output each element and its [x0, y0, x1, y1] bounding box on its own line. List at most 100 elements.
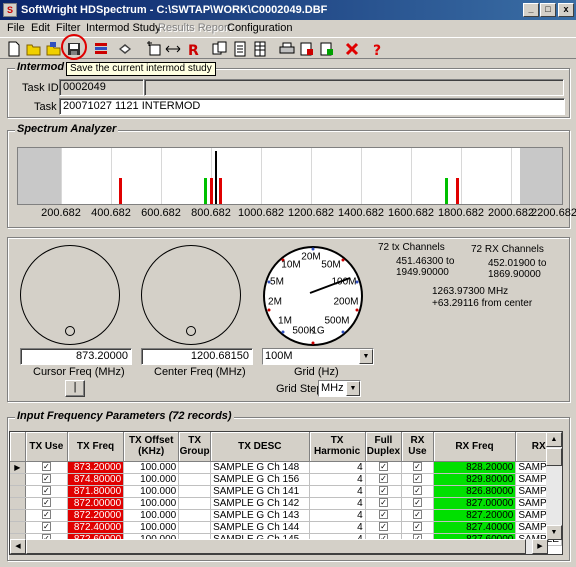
col-tx-group[interactable]: TX Group	[178, 432, 212, 462]
checkmark-icon[interactable]: ✓	[41, 498, 51, 508]
tx-group-cell[interactable]	[178, 461, 212, 474]
rx-freq-cell[interactable]: 826.80000	[433, 485, 517, 498]
tx-harmonic-cell[interactable]: 4	[309, 485, 366, 498]
report-button[interactable]: R	[182, 39, 203, 59]
row-selector[interactable]	[10, 485, 26, 498]
export-button[interactable]	[296, 39, 317, 59]
task-field[interactable]: 20071027 1121 INTERMOD	[59, 98, 565, 115]
checkmark-icon[interactable]: ✓	[41, 522, 51, 532]
table-row[interactable]: ✓ 874.80000 100.000 SAMPLE G Ch 156 4 ✓ ✓ 829.8…	[10, 473, 562, 486]
tx-use-checkbox[interactable]: ✓	[25, 509, 68, 522]
scroll-down-icon[interactable]: ▼	[546, 525, 562, 540]
close-window-button[interactable]: x	[558, 3, 574, 17]
col-rx-freq[interactable]: RX Freq	[433, 432, 517, 462]
full-duplex-checkbox[interactable]: ✓	[365, 497, 403, 510]
database-button[interactable]	[114, 39, 135, 59]
row-selector[interactable]	[10, 509, 26, 522]
col-rx-use[interactable]: RX Use	[401, 432, 434, 462]
menu-filter[interactable]: Filter	[56, 22, 80, 34]
cursor-freq-field[interactable]: 873.20000	[20, 348, 132, 365]
center-freq-knob[interactable]	[141, 245, 241, 345]
center-freq-field[interactable]: 1200.68150	[141, 348, 253, 365]
resize-columns-button[interactable]	[162, 39, 183, 59]
table-row[interactable]: ✓ 872.00000 100.000 SAMPLE G Ch 142 4 ✓ ✓ 827.0…	[10, 497, 562, 510]
checkmark-icon[interactable]: ✓	[412, 522, 422, 532]
tx-harmonic-cell[interactable]: 4	[309, 521, 366, 534]
tx-freq-cell[interactable]: 872.00000	[67, 497, 125, 510]
rx-use-checkbox[interactable]: ✓	[401, 461, 434, 474]
maximize-button[interactable]: □	[540, 3, 556, 17]
rx-use-checkbox[interactable]: ✓	[401, 497, 434, 510]
full-duplex-checkbox[interactable]: ✓	[365, 473, 403, 486]
insert-button[interactable]	[143, 39, 164, 59]
horizontal-scroll-thumb[interactable]	[26, 539, 526, 554]
checkmark-icon[interactable]: ✓	[378, 474, 388, 484]
tx-use-checkbox[interactable]: ✓	[25, 485, 68, 498]
full-duplex-checkbox[interactable]: ✓	[365, 485, 403, 498]
full-duplex-checkbox[interactable]: ✓	[365, 521, 403, 534]
scroll-right-icon[interactable]: ▶	[532, 539, 548, 554]
menu-configuration[interactable]: Configuration	[227, 22, 292, 34]
chevron-down-icon[interactable]: ▼	[359, 349, 373, 364]
checkmark-icon[interactable]: ✓	[41, 510, 51, 520]
tx-offset-cell[interactable]: 100.000	[123, 521, 180, 534]
col-tx-offset[interactable]: TX Offset (KHz)	[123, 432, 180, 462]
cursor-line[interactable]	[215, 151, 217, 204]
checkmark-icon[interactable]: ✓	[412, 510, 422, 520]
horizontal-scrollbar[interactable]: ◀ ▶	[10, 539, 548, 554]
rx-freq-cell[interactable]: 827.20000	[433, 509, 517, 522]
row-selector[interactable]	[10, 473, 26, 486]
tx-group-cell[interactable]	[178, 509, 212, 522]
tx-desc-cell[interactable]: SAMPLE G Ch 142	[210, 497, 310, 510]
grid-select[interactable]: 100M ▼	[262, 348, 374, 365]
tx-freq-cell[interactable]: 871.80000	[67, 485, 125, 498]
vertical-scrollbar[interactable]: ▲ ▼	[546, 432, 562, 540]
col-tx-use[interactable]: TX Use	[25, 432, 68, 462]
checkmark-icon[interactable]: ✓	[41, 474, 51, 484]
row-selector[interactable]	[10, 497, 26, 510]
table-row[interactable]: ✓ 872.40000 100.000 SAMPLE G Ch 144 4 ✓ ✓ 827.4…	[10, 521, 562, 534]
tx-harmonic-cell[interactable]: 4	[309, 509, 366, 522]
menu-edit[interactable]: Edit	[31, 22, 50, 34]
tx-harmonic-cell[interactable]: 4	[309, 497, 366, 510]
col-tx-freq[interactable]: TX Freq	[67, 432, 125, 462]
checkmark-icon[interactable]: ✓	[378, 486, 388, 496]
scroll-left-icon[interactable]: ◀	[10, 539, 26, 554]
tx-freq-cell[interactable]: 874.80000	[67, 473, 125, 486]
tx-use-checkbox[interactable]: ✓	[25, 461, 68, 474]
help-button[interactable]: ?	[367, 39, 388, 59]
tx-use-checkbox[interactable]: ✓	[25, 473, 68, 486]
cursor-step-button[interactable]: |	[65, 380, 85, 397]
full-duplex-checkbox[interactable]: ✓	[365, 509, 403, 522]
checkmark-icon[interactable]: ✓	[41, 462, 51, 472]
checkmark-icon[interactable]: ✓	[41, 486, 51, 496]
tx-desc-cell[interactable]: SAMPLE G Ch 156	[210, 473, 310, 486]
delete-button[interactable]	[341, 39, 362, 59]
rx-use-checkbox[interactable]: ✓	[401, 509, 434, 522]
rx-freq-cell[interactable]: 828.20000	[433, 461, 517, 474]
checkmark-icon[interactable]: ✓	[378, 522, 388, 532]
col-tx-desc[interactable]: TX DESC	[210, 432, 310, 462]
col-tx-harmonic[interactable]: TX Harmonic	[309, 432, 366, 462]
grid-step-select[interactable]: MHz ▼	[318, 380, 361, 397]
tx-group-cell[interactable]	[178, 521, 212, 534]
spectrum-display[interactable]	[17, 147, 563, 205]
tx-desc-cell[interactable]: SAMPLE G Ch 143	[210, 509, 310, 522]
checkmark-icon[interactable]: ✓	[378, 498, 388, 508]
scroll-up-icon[interactable]: ▲	[546, 432, 562, 447]
col-full-duplex[interactable]: Full Duplex	[365, 432, 403, 462]
import-button[interactable]	[316, 39, 337, 59]
tx-group-cell[interactable]	[178, 497, 212, 510]
tx-offset-cell[interactable]: 100.000	[123, 485, 180, 498]
copy-button[interactable]	[209, 39, 230, 59]
tx-freq-cell[interactable]: 872.40000	[67, 521, 125, 534]
tx-use-checkbox[interactable]: ✓	[25, 497, 68, 510]
tx-offset-cell[interactable]: 100.000	[123, 461, 180, 474]
menu-results-report[interactable]: Results Report	[158, 22, 231, 34]
document-button[interactable]	[229, 39, 250, 59]
open-folder-button[interactable]	[23, 39, 44, 59]
checkmark-icon[interactable]: ✓	[412, 486, 422, 496]
table-row[interactable]: ✓ 872.20000 100.000 SAMPLE G Ch 143 4 ✓ ✓ 827.2…	[10, 509, 562, 522]
rx-use-checkbox[interactable]: ✓	[401, 485, 434, 498]
tx-offset-cell[interactable]: 100.000	[123, 473, 180, 486]
